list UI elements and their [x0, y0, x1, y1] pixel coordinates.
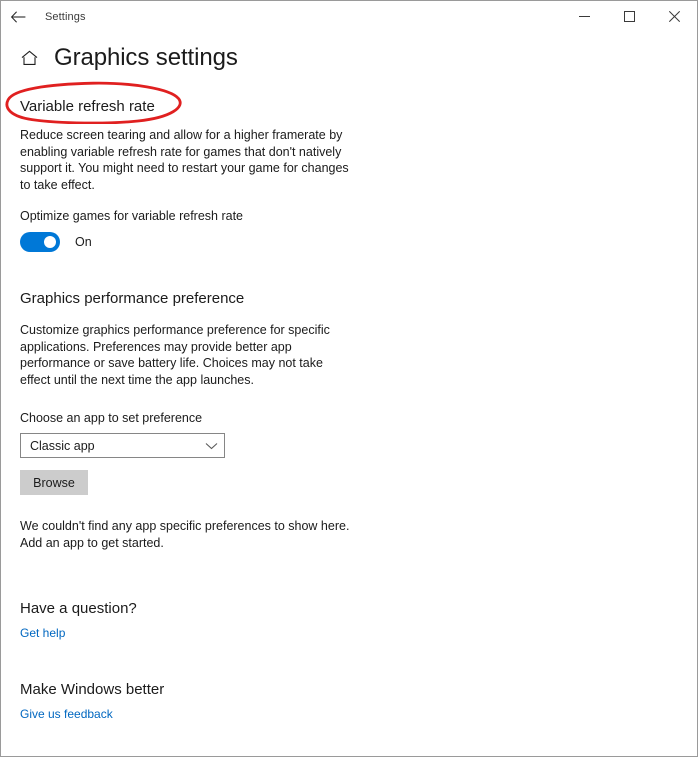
page-header: Graphics settings: [1, 32, 697, 72]
section-heading-graphics-performance: Graphics performance preference: [20, 290, 245, 307]
optimize-games-toggle-row: On: [20, 232, 697, 252]
home-button[interactable]: [18, 47, 40, 69]
variable-refresh-rate-description: Reduce screen tearing and allow for a hi…: [20, 128, 349, 192]
app-type-dropdown-value: Classic app: [30, 438, 95, 453]
close-icon: [669, 11, 680, 22]
browse-button[interactable]: Browse: [20, 470, 88, 495]
settings-content: Variable refresh rate Reduce screen tear…: [1, 72, 697, 723]
chevron-down-icon: [205, 442, 218, 450]
home-icon: [21, 50, 37, 65]
minimize-icon: [579, 16, 590, 17]
back-arrow-icon: [10, 10, 25, 23]
give-us-feedback-link[interactable]: Give us feedback: [20, 707, 113, 721]
maximize-icon: [624, 11, 635, 22]
optimize-games-toggle-label: Optimize games for variable refresh rate: [20, 209, 244, 223]
minimize-button[interactable]: [562, 1, 607, 32]
maximize-button[interactable]: [607, 1, 652, 32]
window-title: Settings: [45, 10, 86, 23]
choose-app-label: Choose an app to set preference: [20, 411, 203, 425]
app-type-dropdown[interactable]: Classic app: [20, 433, 225, 458]
toggle-knob: [44, 236, 56, 248]
close-button[interactable]: [652, 1, 697, 32]
section-heading-variable-refresh-rate: Variable refresh rate: [20, 98, 155, 115]
graphics-performance-description: Customize graphics performance preferenc…: [20, 323, 330, 387]
back-button[interactable]: [1, 2, 35, 32]
page-title: Graphics settings: [54, 44, 238, 71]
title-bar: Settings: [1, 1, 697, 32]
settings-window: Settings Graphics settings Variable refr…: [0, 0, 698, 757]
section-heading-have-a-question: Have a question?: [20, 600, 137, 617]
no-preferences-note: We couldn't find any app specific prefer…: [20, 519, 350, 550]
section-heading-make-windows-better: Make Windows better: [20, 681, 165, 698]
window-controls: [562, 1, 697, 32]
optimize-games-toggle[interactable]: [20, 232, 60, 252]
toggle-state-label: On: [75, 235, 92, 249]
get-help-link[interactable]: Get help: [20, 626, 65, 640]
